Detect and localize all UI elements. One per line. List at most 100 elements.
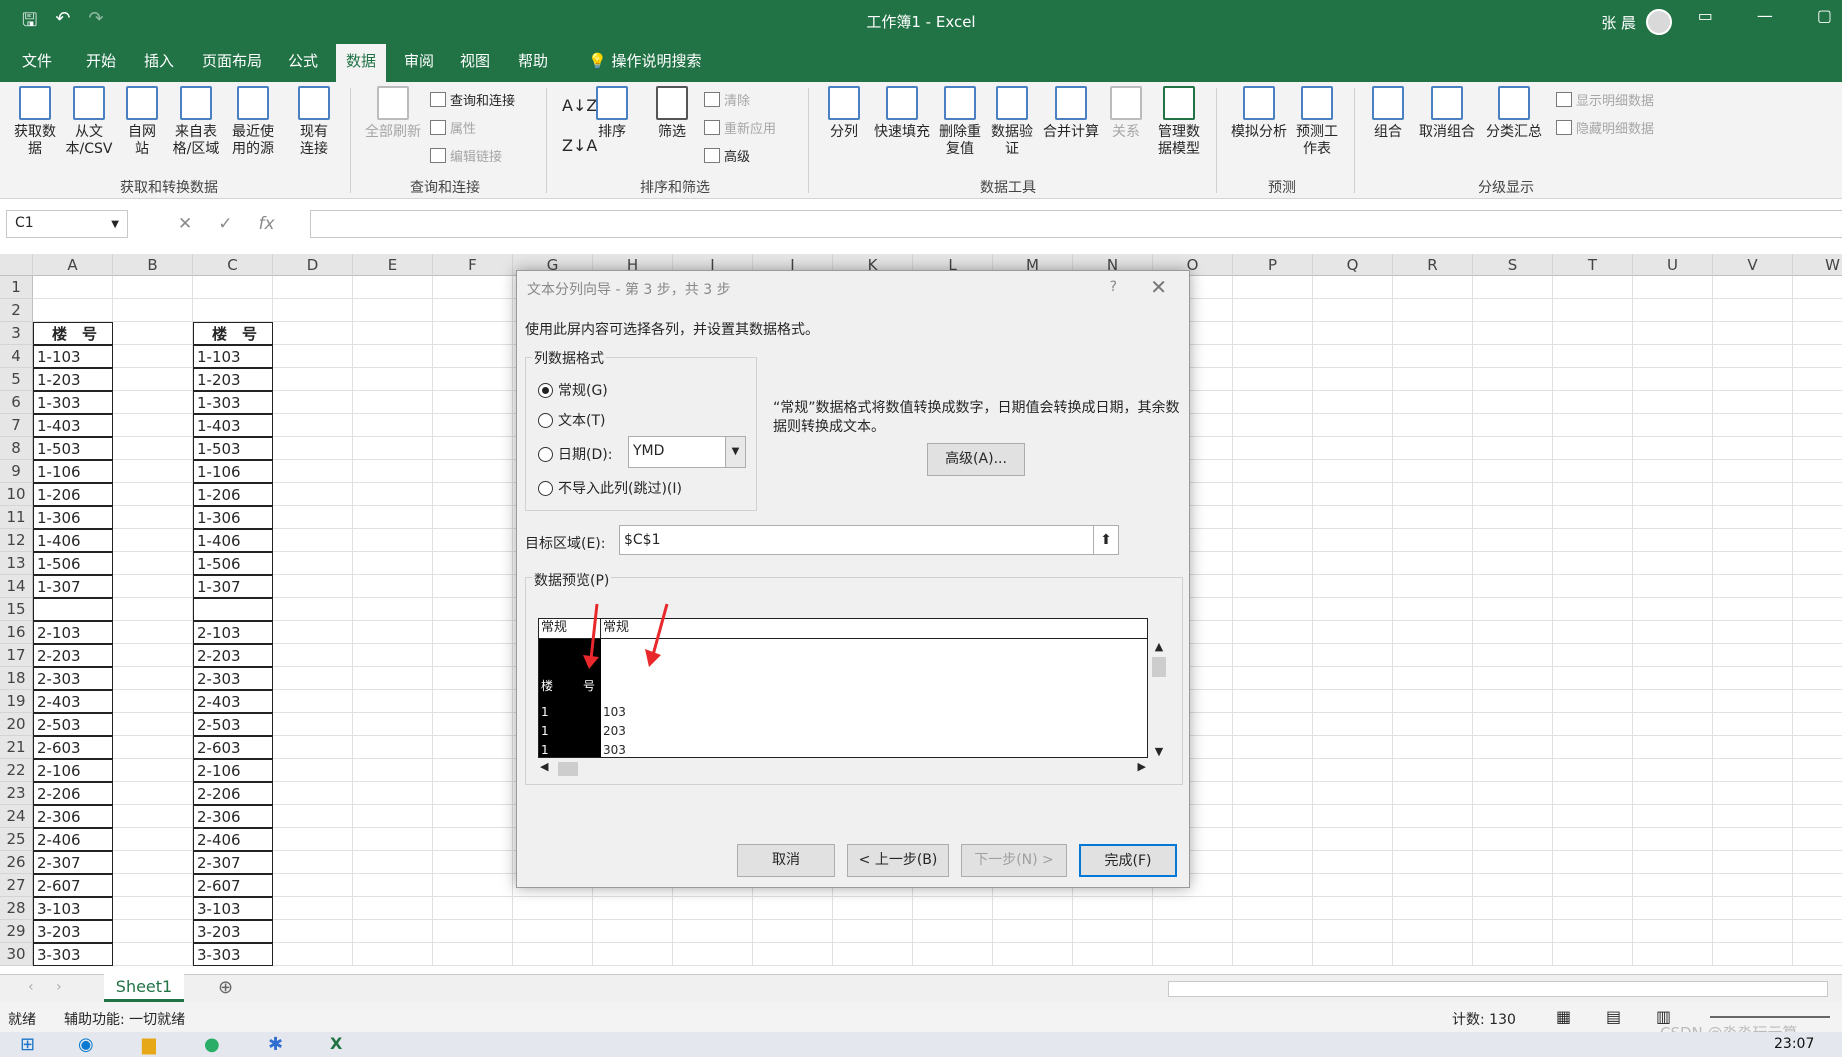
cell[interactable] [113,920,193,943]
column-header[interactable]: T [1553,254,1633,276]
cell[interactable] [1713,943,1793,966]
column-header[interactable]: R [1393,254,1473,276]
cell[interactable] [1473,851,1553,874]
cell[interactable] [273,552,353,575]
cell[interactable] [833,920,913,943]
cell[interactable] [433,828,513,851]
cell[interactable] [1793,345,1842,368]
cell[interactable] [1713,529,1793,552]
column-header[interactable]: E [353,254,433,276]
cell[interactable] [1633,345,1713,368]
cell[interactable] [1233,759,1313,782]
cell[interactable] [1713,299,1793,322]
cell[interactable] [1473,460,1553,483]
app-icon[interactable]: ✱ [268,1034,283,1055]
cell[interactable] [1233,437,1313,460]
cell[interactable] [1553,506,1633,529]
cell[interactable]: 2-103 [33,621,113,644]
cell[interactable] [1313,943,1393,966]
text-to-columns-button[interactable]: 分列 [824,82,864,141]
cell[interactable] [513,920,593,943]
preview-col1-header[interactable]: 常规 [539,619,601,639]
cell[interactable] [1473,759,1553,782]
cell[interactable] [1713,690,1793,713]
cell[interactable] [753,897,833,920]
column-header[interactable]: B [113,254,193,276]
cell[interactable]: 3-103 [193,897,273,920]
cell[interactable] [1713,483,1793,506]
cell[interactable] [1313,276,1393,299]
cell[interactable] [273,897,353,920]
from-web-button[interactable]: 自网站 [122,82,162,158]
cell[interactable] [273,437,353,460]
cell[interactable]: 1-206 [193,483,273,506]
cell[interactable] [1473,644,1553,667]
cell[interactable] [433,920,513,943]
cell[interactable] [1393,437,1473,460]
row-header[interactable]: 18 [0,667,33,690]
cell[interactable]: 1-406 [33,529,113,552]
cell[interactable] [353,667,433,690]
cell[interactable] [1473,943,1553,966]
cell[interactable] [1473,575,1553,598]
cell[interactable] [353,828,433,851]
cell[interactable] [1393,368,1473,391]
row-header[interactable]: 21 [0,736,33,759]
properties-button[interactable]: 属性 [430,118,476,137]
cell[interactable] [113,713,193,736]
cell[interactable] [273,943,353,966]
row-header[interactable]: 2 [0,299,33,322]
cell[interactable] [1633,529,1713,552]
cell[interactable] [1713,276,1793,299]
cell[interactable]: 1-203 [193,368,273,391]
cell[interactable] [273,529,353,552]
cell[interactable] [113,851,193,874]
folder-icon[interactable]: ▆ [142,1034,156,1055]
collapse-dialog-icon[interactable]: ⬆ [1093,525,1119,555]
cell[interactable] [673,920,753,943]
cell[interactable] [833,897,913,920]
recent-sources-button[interactable]: 最近使用的源 [226,82,280,158]
tell-me-search[interactable]: 💡 操作说明搜索 [578,50,711,82]
cell[interactable] [273,575,353,598]
cell[interactable] [353,322,433,345]
cell[interactable] [1473,690,1553,713]
windows-start-icon[interactable]: ⊞ [20,1034,35,1055]
cell[interactable] [113,552,193,575]
cell[interactable] [273,414,353,437]
refresh-all-button[interactable]: 全部刷新 [362,82,424,141]
confirm-entry-icon[interactable]: ✓ [218,214,232,234]
scroll-down-icon[interactable]: ▼ [1150,745,1168,758]
cell[interactable]: 2-106 [193,759,273,782]
column-header[interactable]: U [1633,254,1713,276]
row-header[interactable]: 13 [0,552,33,575]
cell[interactable]: 2-403 [193,690,273,713]
cell[interactable] [353,920,433,943]
radio-date[interactable]: 日期(D): [538,444,612,464]
avatar[interactable] [1646,9,1672,35]
column-header[interactable]: C [193,254,273,276]
chevron-down-icon[interactable]: ▼ [111,219,119,230]
hide-detail-button[interactable]: 隐藏明细数据 [1556,118,1654,137]
cell[interactable] [513,943,593,966]
cell[interactable] [1473,276,1553,299]
tab-insert[interactable]: 插入 [134,50,184,82]
cell[interactable] [1313,575,1393,598]
cell[interactable] [1553,920,1633,943]
cell[interactable] [1313,782,1393,805]
cell[interactable] [913,897,993,920]
cell[interactable] [1473,805,1553,828]
relationships-button[interactable]: 关系 [1106,82,1146,141]
cell[interactable]: 1-406 [193,529,273,552]
cell[interactable] [1713,828,1793,851]
cell[interactable] [1393,874,1473,897]
cell[interactable] [1393,920,1473,943]
cell[interactable] [1713,805,1793,828]
cell[interactable] [1793,414,1842,437]
column-header[interactable]: D [273,254,353,276]
cell[interactable] [1313,598,1393,621]
row-header[interactable]: 12 [0,529,33,552]
cell[interactable] [353,897,433,920]
cell[interactable] [1233,943,1313,966]
cell[interactable] [273,460,353,483]
